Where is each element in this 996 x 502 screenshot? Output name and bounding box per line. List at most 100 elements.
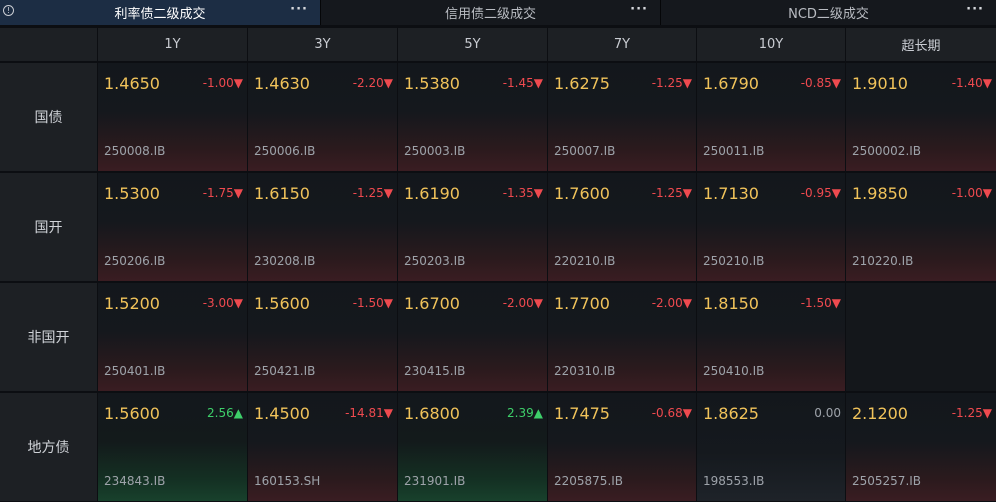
quote-change: 0.00 <box>814 406 841 420</box>
bond-code: 210220.IB <box>852 254 914 268</box>
row-header[interactable]: 地方债 <box>0 393 97 501</box>
bond-code: 250011.IB <box>703 144 765 158</box>
info-icon[interactable]: ! <box>3 5 14 16</box>
quote-price: 1.4500 <box>254 404 310 423</box>
quote-cell[interactable]: 1.5300 -1.75▼ 250206.IB <box>98 173 247 281</box>
row-header[interactable]: 国开 <box>0 173 97 281</box>
quote-cell[interactable]: 2.1200 -1.25▼ 2505257.IB <box>846 393 996 501</box>
column-header[interactable]: 10Y <box>697 28 845 61</box>
quote-cell[interactable]: 1.6275 -1.25▼ 250007.IB <box>548 63 696 171</box>
row-header[interactable]: 非国开 <box>0 283 97 391</box>
quote-cell[interactable]: 1.5600 -1.50▼ 250421.IB <box>248 283 397 391</box>
tab-credit-bonds[interactable]: 信用债二级成交 ··· <box>321 0 661 25</box>
quote-price: 1.8625 <box>703 404 759 423</box>
quote-change: -1.45▼ <box>502 76 543 90</box>
bond-code: 198553.IB <box>703 474 765 488</box>
quote-change: -1.00▼ <box>951 186 992 200</box>
bond-code: 2505257.IB <box>852 474 922 488</box>
quote-cell[interactable]: 1.7700 -2.00▼ 220310.IB <box>548 283 696 391</box>
tab-rate-bonds[interactable]: ! 利率债二级成交 ··· <box>0 0 321 25</box>
quote-change: -1.75▼ <box>202 186 243 200</box>
quote-price: 1.6790 <box>703 74 759 93</box>
quote-cell[interactable]: 1.5200 -3.00▼ 250401.IB <box>98 283 247 391</box>
quote-price: 1.4650 <box>104 74 160 93</box>
quote-change: -0.85▼ <box>800 76 841 90</box>
quote-cell[interactable]: 1.4630 -2.20▼ 250006.IB <box>248 63 397 171</box>
quote-price: 2.1200 <box>852 404 908 423</box>
quote-cell[interactable]: 1.6150 -1.25▼ 230208.IB <box>248 173 397 281</box>
quote-cell[interactable]: 1.6190 -1.35▼ 250203.IB <box>398 173 547 281</box>
quote-price: 1.5600 <box>254 294 310 313</box>
quote-change: -1.50▼ <box>800 296 841 310</box>
bond-code: 230208.IB <box>254 254 316 268</box>
quote-cell[interactable]: 1.8625 0.00 198553.IB <box>697 393 845 501</box>
bond-code: 230415.IB <box>404 364 466 378</box>
quote-cell[interactable]: 1.6800 2.39▲ 231901.IB <box>398 393 547 501</box>
bond-code: 234843.IB <box>104 474 166 488</box>
quote-price: 1.5300 <box>104 184 160 203</box>
quote-change: -1.25▼ <box>651 186 692 200</box>
bond-code: 220210.IB <box>554 254 616 268</box>
column-header[interactable]: 3Y <box>248 28 397 61</box>
row-header[interactable]: 国债 <box>0 63 97 171</box>
quote-price: 1.6275 <box>554 74 610 93</box>
quote-price: 1.6150 <box>254 184 310 203</box>
column-header[interactable]: 7Y <box>548 28 696 61</box>
quote-cell[interactable]: 1.4500 -14.81▼ 160153.SH <box>248 393 397 501</box>
bond-code: 250007.IB <box>554 144 616 158</box>
quote-cell[interactable]: 1.9850 -1.00▼ 210220.IB <box>846 173 996 281</box>
quote-price: 1.4630 <box>254 74 310 93</box>
quote-price: 1.6190 <box>404 184 460 203</box>
bond-code: 160153.SH <box>254 474 321 488</box>
quote-price: 1.7130 <box>703 184 759 203</box>
quote-cell[interactable]: 1.4650 -1.00▼ 250008.IB <box>98 63 247 171</box>
quote-price: 1.6700 <box>404 294 460 313</box>
quote-change: -1.40▼ <box>951 76 992 90</box>
bond-code: 250003.IB <box>404 144 466 158</box>
column-header[interactable]: 超长期 <box>846 28 996 61</box>
quote-change: -2.00▼ <box>651 296 692 310</box>
quote-change: -0.68▼ <box>651 406 692 420</box>
bond-code: 231901.IB <box>404 474 466 488</box>
quote-change: -14.81▼ <box>345 406 393 420</box>
quote-cell[interactable]: 1.5380 -1.45▼ 250003.IB <box>398 63 547 171</box>
quote-change: -1.25▼ <box>951 406 992 420</box>
quote-price: 1.7700 <box>554 294 610 313</box>
bond-code: 220310.IB <box>554 364 616 378</box>
tab-bar: ! 利率债二级成交 ··· 信用债二级成交 ··· NCD二级成交 ··· <box>0 0 996 25</box>
tab-ncd[interactable]: NCD二级成交 ··· <box>661 0 996 25</box>
bond-code: 250421.IB <box>254 364 316 378</box>
bond-code: 250008.IB <box>104 144 166 158</box>
bond-code: 2205875.IB <box>554 474 624 488</box>
quote-cell[interactable]: 1.7600 -1.25▼ 220210.IB <box>548 173 696 281</box>
tab-label: 利率债二级成交 <box>114 7 206 22</box>
bond-code: 250401.IB <box>104 364 166 378</box>
quote-price: 1.6800 <box>404 404 460 423</box>
more-icon[interactable]: ··· <box>630 2 648 17</box>
quote-price: 1.7600 <box>554 184 610 203</box>
column-header[interactable]: 1Y <box>98 28 247 61</box>
tab-label: 信用债二级成交 <box>444 7 536 22</box>
quote-cell[interactable]: 1.6700 -2.00▼ 230415.IB <box>398 283 547 391</box>
table-corner <box>0 28 97 61</box>
quote-cell[interactable]: 1.8150 -1.50▼ 250410.IB <box>697 283 845 391</box>
bond-code: 250206.IB <box>104 254 166 268</box>
bond-code: 250203.IB <box>404 254 466 268</box>
quote-price: 1.5380 <box>404 74 460 93</box>
quote-cell[interactable]: 1.7130 -0.95▼ 250210.IB <box>697 173 845 281</box>
quote-cell[interactable]: 1.5600 2.56▲ 234843.IB <box>98 393 247 501</box>
quote-price: 1.7475 <box>554 404 610 423</box>
quote-cell[interactable]: 1.7475 -0.68▼ 2205875.IB <box>548 393 696 501</box>
bond-code: 250210.IB <box>703 254 765 268</box>
quote-cell[interactable]: 1.9010 -1.40▼ 2500002.IB <box>846 63 996 171</box>
quote-price: 1.5600 <box>104 404 160 423</box>
more-icon[interactable]: ··· <box>290 2 308 17</box>
quote-cell[interactable]: 1.6790 -0.85▼ 250011.IB <box>697 63 845 171</box>
tab-label: NCD二级成交 <box>788 7 869 22</box>
column-header[interactable]: 5Y <box>398 28 547 61</box>
quote-change: -1.25▼ <box>352 186 393 200</box>
more-icon[interactable]: ··· <box>966 2 984 17</box>
quote-price: 1.9010 <box>852 74 908 93</box>
quote-change: 2.39▲ <box>507 406 543 420</box>
quote-price: 1.8150 <box>703 294 759 313</box>
